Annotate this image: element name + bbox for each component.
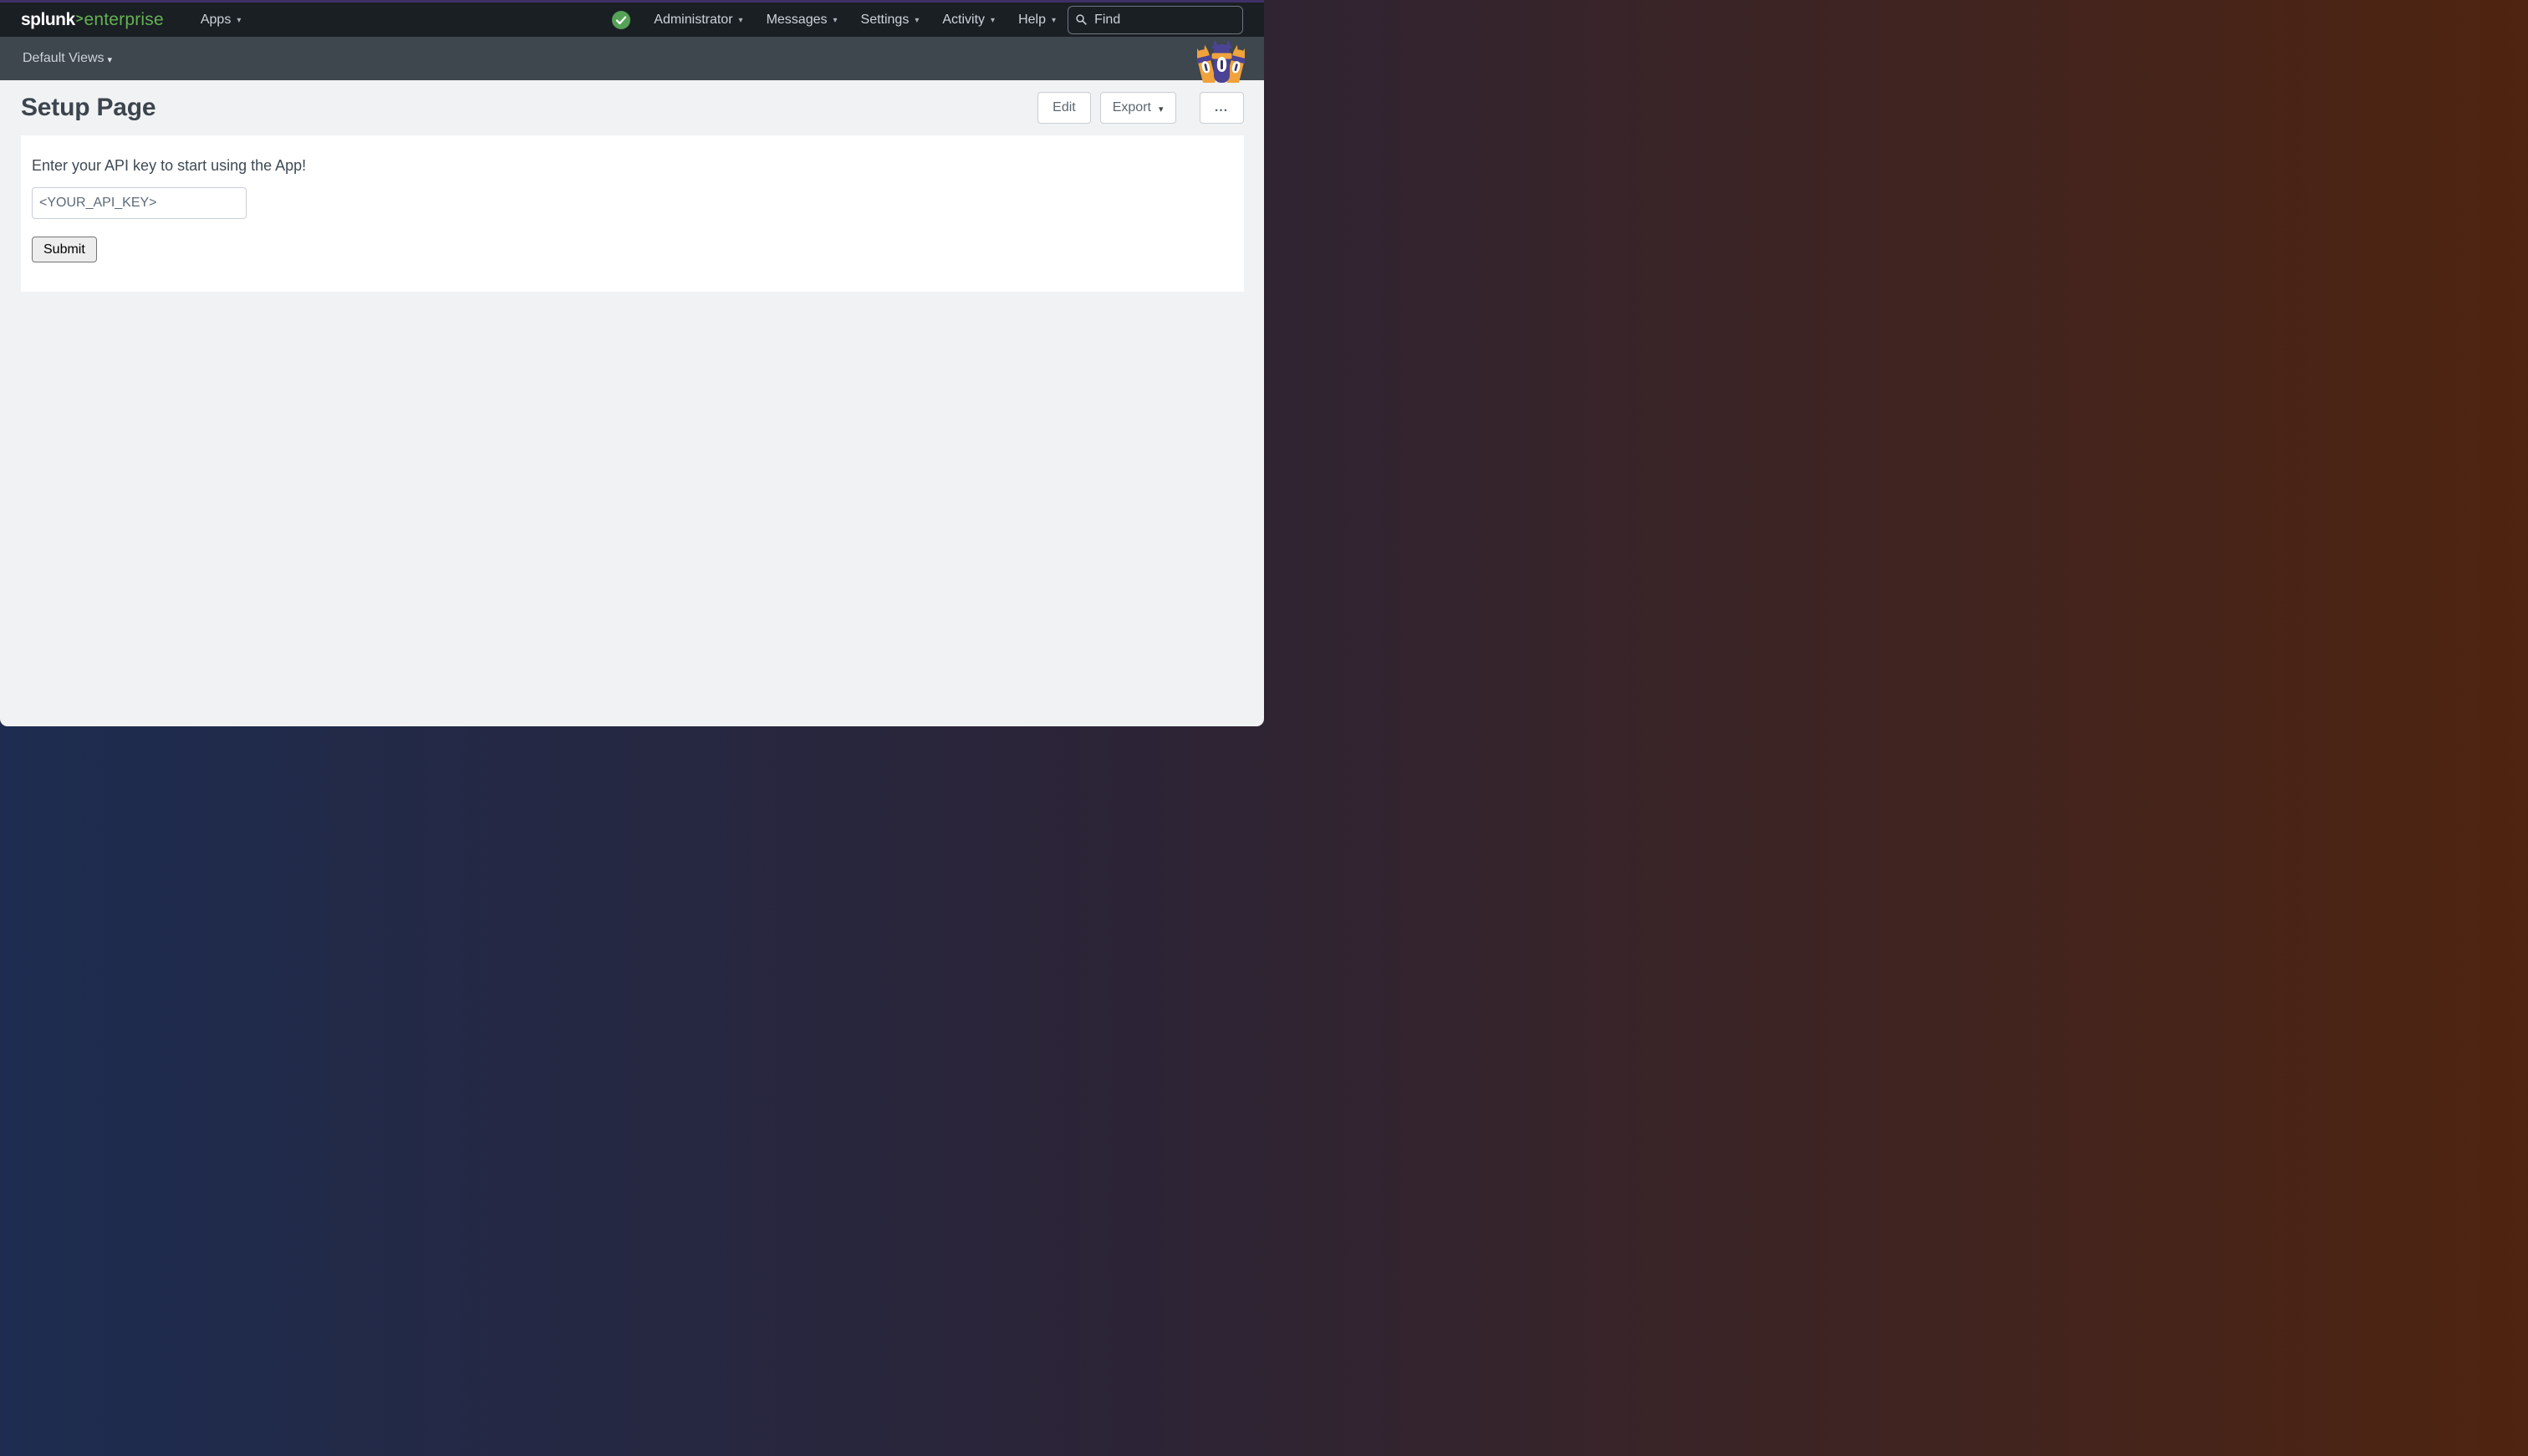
app-bar: Default Views ▾ (0, 37, 1264, 80)
export-button[interactable]: Export ▾ (1100, 92, 1176, 124)
nav-administrator-label: Administrator (654, 13, 732, 28)
nav-help-label: Help (1018, 13, 1046, 28)
splunk-logo[interactable]: splunk>enterprise (21, 10, 164, 30)
api-key-input[interactable] (32, 187, 247, 219)
setup-panel: Enter your API key to start using the Ap… (21, 135, 1244, 292)
nav-messages-menu[interactable]: Messages ▾ (767, 13, 838, 28)
chevron-down-icon: ▾ (833, 16, 837, 25)
submit-button[interactable]: Submit (32, 237, 97, 262)
nav-apps-label: Apps (201, 13, 231, 28)
nav-messages-label: Messages (767, 13, 828, 28)
splunk-logo-product: enterprise (84, 10, 163, 30)
check-circle-icon (612, 11, 630, 29)
chevron-down-icon: ▾ (915, 16, 919, 25)
edit-button[interactable]: Edit (1037, 92, 1091, 124)
nav-settings-label: Settings (861, 13, 910, 28)
search-box[interactable] (1068, 6, 1243, 34)
splunk-logo-brand: splunk (21, 10, 75, 30)
dashboard-body: Setup Page Edit Export ▾ ... Enter your … (0, 80, 1264, 292)
page-title: Setup Page (21, 94, 155, 122)
default-views-menu[interactable]: Default Views ▾ (23, 51, 112, 66)
nav-apps-menu[interactable]: Apps ▾ (201, 13, 242, 28)
chevron-down-icon: ▾ (739, 16, 743, 25)
llama-app-icon (1197, 38, 1245, 83)
nav-activity-label: Activity (942, 13, 985, 28)
page-actions: Edit Export ▾ ... (1037, 92, 1243, 124)
splunk-window: splunk>enterprise Apps ▾ Administrator ▾… (0, 0, 1264, 726)
chevron-down-icon: ▾ (237, 16, 241, 25)
splunk-logo-gt: > (75, 12, 84, 26)
page-header: Setup Page Edit Export ▾ ... (0, 80, 1264, 135)
top-navbar: splunk>enterprise Apps ▾ Administrator ▾… (0, 3, 1264, 37)
export-label: Export (1113, 100, 1151, 115)
nav-activity-menu[interactable]: Activity ▾ (942, 13, 995, 28)
navbar-right-cluster: Administrator ▾ Messages ▾ Settings ▾ Ac… (612, 6, 1243, 34)
chevron-down-icon: ▾ (1052, 16, 1056, 25)
search-icon (1076, 13, 1087, 26)
chevron-down-icon: ▾ (1159, 104, 1164, 115)
health-status-icon[interactable] (612, 11, 630, 29)
chevron-down-icon: ▾ (991, 16, 995, 25)
default-views-label: Default Views (23, 51, 104, 66)
nav-help-menu[interactable]: Help ▾ (1018, 13, 1056, 28)
nav-administrator-menu[interactable]: Administrator ▾ (654, 13, 742, 28)
more-actions-button[interactable]: ... (1200, 92, 1244, 124)
chevron-down-icon: ▾ (108, 54, 113, 65)
find-input[interactable] (1093, 12, 1235, 28)
nav-settings-menu[interactable]: Settings ▾ (861, 13, 920, 28)
setup-message: Enter your API key to start using the Ap… (32, 157, 1233, 175)
